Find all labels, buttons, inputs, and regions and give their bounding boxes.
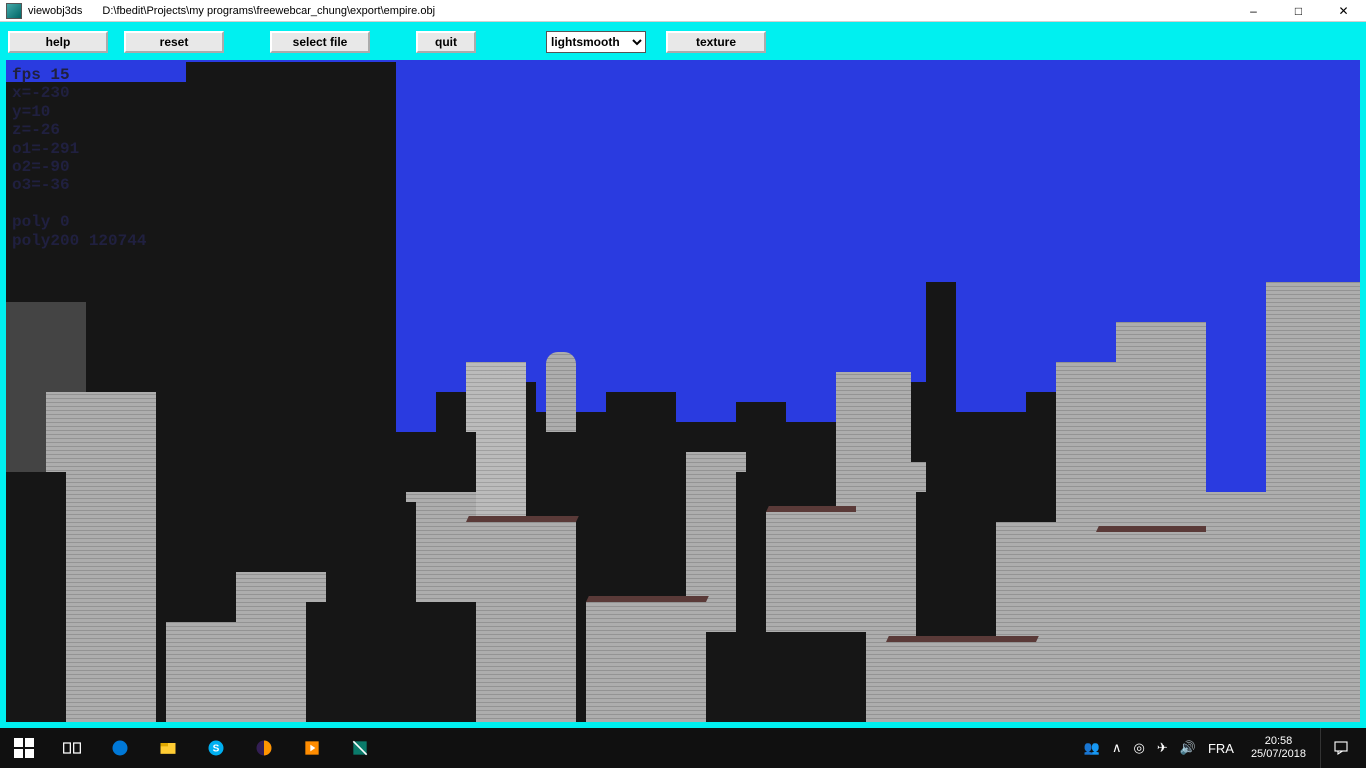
reset-button[interactable]: reset (124, 31, 224, 53)
select-file-button[interactable]: select file (270, 31, 370, 53)
window-titlebar: viewobj3ds D:\fbedit\Projects\my program… (0, 0, 1366, 22)
clock[interactable]: 20:58 25/07/2018 (1243, 735, 1314, 761)
app-taskbar-icon[interactable] (336, 728, 384, 768)
edge-icon[interactable] (96, 728, 144, 768)
language-indicator[interactable]: FRA (1205, 741, 1237, 756)
media-player-icon[interactable] (288, 728, 336, 768)
airplane-icon[interactable]: ✈ (1154, 740, 1171, 756)
tray-chevron-icon[interactable]: ∧ (1109, 740, 1125, 756)
texture-button[interactable]: texture (666, 31, 766, 53)
app-icon (6, 3, 22, 19)
start-button[interactable] (0, 728, 48, 768)
window-title: viewobj3ds (28, 5, 82, 17)
minimize-button[interactable]: – (1231, 0, 1276, 22)
render-mode-select[interactable]: lightsmooth (546, 31, 646, 53)
close-button[interactable]: ✕ (1321, 0, 1366, 22)
volume-icon[interactable]: 🔊 (1177, 740, 1199, 756)
toolbar: help reset select file quit lightsmooth … (6, 28, 1360, 56)
firefox-icon[interactable] (240, 728, 288, 768)
notification-center-icon[interactable] (1320, 728, 1360, 768)
app-frame: help reset select file quit lightsmooth … (0, 22, 1366, 728)
help-button[interactable]: help (8, 31, 108, 53)
viewport-3d[interactable]: fps 15 x=-230 y=10 z=-26 o1=-291 o2=-90 … (6, 60, 1360, 722)
location-icon[interactable]: ◎ (1131, 740, 1148, 756)
task-view-icon[interactable] (48, 728, 96, 768)
skype-icon[interactable]: S (192, 728, 240, 768)
taskbar: S 👥 ∧ ◎ ✈ 🔊 FRA 20:58 25/07/2018 (0, 728, 1366, 768)
people-icon[interactable]: 👥 (1081, 740, 1103, 756)
window-file-path: D:\fbedit\Projects\my programs\freewebca… (102, 5, 435, 17)
quit-button[interactable]: quit (416, 31, 476, 53)
stats-overlay: fps 15 x=-230 y=10 z=-26 o1=-291 o2=-90 … (12, 66, 146, 250)
maximize-button[interactable]: □ (1276, 0, 1321, 22)
file-explorer-icon[interactable] (144, 728, 192, 768)
svg-text:S: S (213, 743, 220, 754)
